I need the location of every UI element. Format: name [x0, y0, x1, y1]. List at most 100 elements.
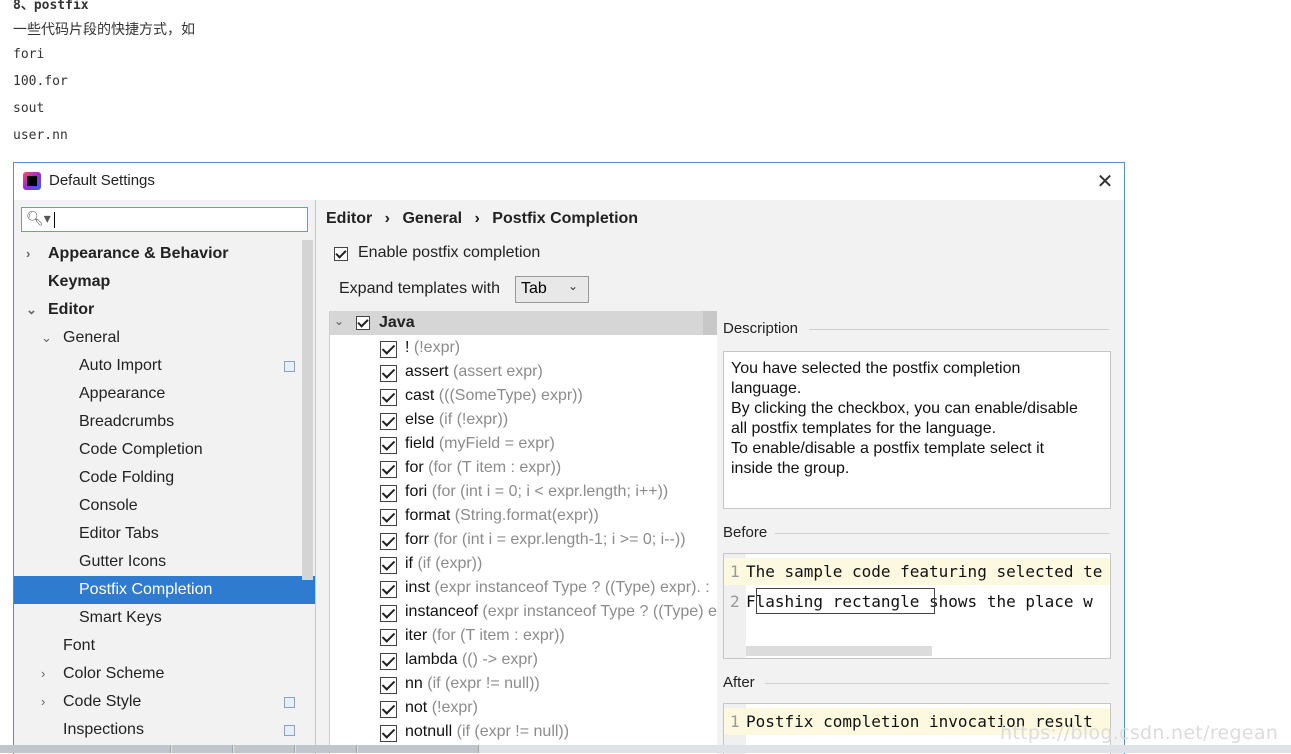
description-box: You have selected the postfix completion… [723, 351, 1111, 509]
template-expr: (String.format(expr)) [454, 507, 599, 524]
template-key: forr (for (int i = expr.length-1; i >= 0… [405, 531, 686, 549]
checkbox-checked[interactable] [380, 653, 397, 670]
sidebar-item[interactable]: Gutter Icons [14, 548, 315, 576]
sidebar-item[interactable]: › Appearance & Behavior [14, 240, 315, 268]
checkbox-checked[interactable] [380, 413, 397, 430]
description-text: language. [731, 380, 802, 397]
sidebar-item[interactable]: Keymap [14, 268, 315, 296]
checkbox-checked[interactable] [380, 533, 397, 550]
checkbox-checked[interactable] [380, 437, 397, 454]
chevron-down-icon[interactable]: ⌄ [41, 324, 52, 352]
sidebar-item-label: Code Folding [79, 469, 175, 486]
chevron-right-icon[interactable]: › [41, 688, 45, 716]
settings-content: Editor › General › Postfix Completion En… [316, 200, 1124, 754]
template-expr: (expr instanceof Type ? ((Type) expr). : [434, 579, 710, 596]
search-field[interactable]: 🔍︎▾ [21, 207, 308, 232]
chevron-right-icon[interactable]: › [26, 240, 30, 268]
checkbox-checked[interactable] [380, 461, 397, 478]
template-key: else (if (!expr)) [405, 411, 508, 429]
taskbar-button[interactable] [358, 745, 479, 753]
description-label: Description [723, 320, 799, 337]
search-icon[interactable]: 🔍︎▾ [26, 211, 51, 227]
template-key: for (for (T item : expr)) [405, 459, 561, 477]
title-bar: Default Settings ✕ [14, 163, 1124, 200]
checkbox-checked[interactable] [356, 316, 370, 330]
checkbox-checked[interactable] [380, 677, 397, 694]
chevron-right-icon[interactable]: › [41, 660, 45, 688]
chevron-down-icon[interactable]: ⌄ [26, 296, 37, 324]
checkbox-checked[interactable] [380, 557, 397, 574]
sidebar-item[interactable]: ⌄ Editor [14, 296, 315, 324]
sidebar-item[interactable]: Breadcrumbs [14, 408, 315, 436]
chevron-down-icon[interactable]: ⌄ [334, 314, 344, 328]
template-expr: (for (T item : expr)) [428, 459, 562, 476]
templates-tree: ⌄ Java ! (!expr) assert (assert expr) cast… [329, 311, 717, 754]
sidebar-item-label: Code Style [63, 693, 142, 710]
sidebar-item[interactable]: Appearance [14, 380, 315, 408]
sidebar-item-label: General [63, 329, 120, 346]
intellij-logo-icon [23, 172, 41, 190]
sidebar-item[interactable]: › Color Scheme [14, 660, 315, 688]
template-key: fori (for (int i = 0; i < expr.length; i… [405, 483, 668, 501]
template-key-text: inst [405, 579, 430, 596]
checkbox-checked[interactable] [380, 629, 397, 646]
template-key: inst (expr instanceof Type ? ((Type) exp… [405, 579, 710, 597]
template-key: field (myField = expr) [405, 435, 555, 453]
template-key-text: lambda [405, 651, 458, 668]
sidebar-item[interactable]: Code Folding [14, 464, 315, 492]
template-expr: (!expr) [431, 699, 478, 716]
checkbox-checked[interactable] [380, 341, 397, 358]
sidebar-item[interactable]: Console [14, 492, 315, 520]
checkbox-checked[interactable] [380, 605, 397, 622]
sidebar-item[interactable]: Editor Tabs [14, 520, 315, 548]
code-scrollbar[interactable] [746, 646, 932, 656]
close-icon[interactable]: ✕ [1092, 168, 1118, 194]
template-key: assert (assert expr) [405, 363, 543, 381]
checkbox-checked[interactable] [380, 485, 397, 502]
checkbox-checked[interactable] [380, 509, 397, 526]
sidebar-item-label: Keymap [48, 273, 111, 290]
templates-scrollbar[interactable] [703, 311, 717, 335]
checkbox-checked[interactable] [334, 247, 348, 261]
sidebar-item[interactable]: Code Completion [14, 436, 315, 464]
template-key: not (!expr) [405, 699, 478, 717]
sidebar-item[interactable]: › Code Style [14, 688, 315, 716]
line-number: 2 [730, 592, 740, 611]
sidebar-item-label: Appearance & Behavior [48, 245, 229, 262]
sidebar-scrollbar[interactable] [302, 240, 313, 580]
template-expr: (assert expr) [453, 363, 543, 380]
description-text: To enable/disable a postfix template sel… [731, 440, 1045, 457]
checkbox-checked[interactable] [380, 701, 397, 718]
template-key-text: else [405, 411, 435, 428]
sidebar-item[interactable]: Smart Keys [14, 604, 315, 632]
preview-panel: Description You have selected the postfi… [723, 311, 1111, 754]
checkbox-checked[interactable] [380, 725, 397, 742]
watermark: https://blog.csdn.net/regean [1000, 722, 1279, 744]
sidebar-item-label: Auto Import [79, 357, 162, 374]
template-group-java[interactable]: ⌄ Java [330, 311, 703, 335]
sidebar-item[interactable]: Postfix Completion [14, 576, 315, 604]
sidebar-item[interactable]: Auto Import [14, 352, 315, 380]
taskbar-button[interactable] [0, 745, 171, 753]
template-key: ! (!expr) [405, 339, 460, 357]
window-title: Default Settings [49, 172, 155, 189]
template-key: lambda (() -> expr) [405, 651, 538, 669]
project-settings-icon [284, 697, 295, 708]
blog-line: fori [13, 47, 45, 62]
settings-dialog: Default Settings ✕ 🔍︎▾ › Appearance & Beh… [13, 162, 1125, 754]
sidebar-item[interactable]: Inspections [14, 716, 315, 744]
template-key: nn (if (expr != null)) [405, 675, 540, 693]
taskbar-button[interactable] [172, 745, 233, 753]
sidebar-item[interactable]: ⌄ General [14, 324, 315, 352]
template-key-text: forr [405, 531, 429, 548]
sidebar-item[interactable]: Font [14, 632, 315, 660]
description-header: Description [723, 320, 1109, 337]
checkbox-checked[interactable] [380, 581, 397, 598]
taskbar-button[interactable] [296, 745, 357, 753]
expand-key-select[interactable]: Tab ⌄ [515, 276, 589, 303]
taskbar-button[interactable] [234, 745, 295, 753]
template-key-text: notnull [405, 723, 453, 740]
blog-heading: 8、postfix [13, 0, 89, 13]
checkbox-checked[interactable] [380, 365, 397, 382]
checkbox-checked[interactable] [380, 389, 397, 406]
